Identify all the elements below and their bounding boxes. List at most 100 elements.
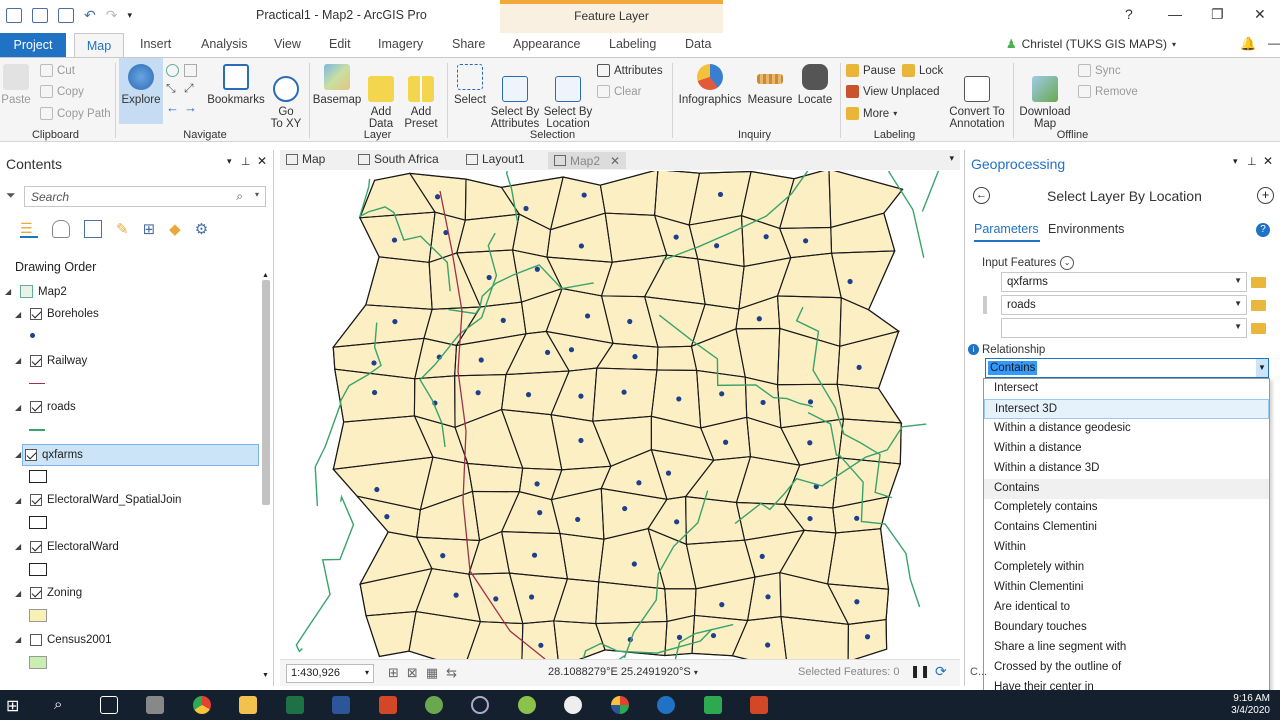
relationship-option[interactable]: Within a distance 3D	[984, 459, 1269, 479]
sync-button[interactable]: Sync	[1078, 64, 1121, 77]
scale-combo[interactable]: 1:430,926 ▾	[286, 664, 374, 683]
add-preset-button[interactable]: Add Preset	[401, 64, 441, 130]
borehole-point[interactable]	[673, 234, 679, 240]
tab-share[interactable]: Share	[452, 37, 485, 51]
arcgis-pro-icon[interactable]	[657, 696, 675, 714]
excel-icon[interactable]	[286, 696, 304, 714]
layer-railway[interactable]: ◢ Railway	[15, 354, 87, 367]
locate-button[interactable]: Locate	[795, 64, 835, 106]
chrome-icon[interactable]	[193, 696, 211, 714]
borehole-point[interactable]	[676, 634, 683, 640]
browse-folder-icon[interactable]	[1251, 277, 1266, 288]
collapse-triangle-icon[interactable]: ◢	[15, 589, 25, 598]
borehole-point[interactable]	[807, 399, 814, 405]
tab-project[interactable]: Project	[0, 33, 66, 57]
infographics-button[interactable]: Infographics	[676, 64, 744, 106]
borehole-point[interactable]	[537, 510, 543, 516]
browse-folder-icon[interactable]	[1251, 323, 1266, 334]
chevron-down-icon[interactable]: ▼	[1256, 359, 1268, 377]
tab-map-view[interactable]: Map	[286, 152, 325, 166]
tab-appearance[interactable]: Appearance	[513, 37, 580, 51]
select-button[interactable]: Select	[450, 64, 490, 106]
chevron-down-icon[interactable]: ▾	[694, 668, 698, 677]
convert-to-annotation-button[interactable]: Convert To Annotation	[946, 64, 1008, 130]
list-by-selection-icon[interactable]	[84, 220, 102, 238]
close-tab-icon[interactable]: ✕	[610, 154, 620, 168]
relationship-option[interactable]: Intersect 3D	[984, 398, 1269, 419]
scroll-up-icon[interactable]: ▲	[262, 272, 269, 279]
qgis-icon[interactable]	[518, 696, 536, 714]
clear-selection-button[interactable]: Clear	[597, 85, 641, 98]
forward-arrow-icon[interactable]: →	[184, 100, 198, 115]
copy-path-button[interactable]: Copy Path	[40, 107, 111, 120]
new-project-icon[interactable]	[6, 8, 22, 23]
collapse-triangle-icon[interactable]: ◢	[15, 310, 25, 319]
add-data-button[interactable]: Add Data	[363, 64, 399, 130]
table-icon[interactable]: ▦	[426, 665, 438, 681]
tab-south-africa[interactable]: South Africa	[358, 152, 439, 166]
layer-visibility-checkbox[interactable]	[30, 587, 42, 599]
filter-icon[interactable]: ⏷	[6, 188, 16, 203]
powerpoint-icon[interactable]	[379, 696, 397, 714]
pane-menu-icon[interactable]: ▾	[227, 156, 232, 167]
borehole-point[interactable]	[434, 194, 441, 200]
layer-symbol-line-red[interactable]	[29, 382, 45, 384]
zoom-out-arrows-icon[interactable]: ⤢	[184, 81, 198, 96]
back-arrow-icon[interactable]: ←	[166, 100, 180, 115]
windows-start-icon[interactable]: ⊞	[6, 696, 24, 715]
pause-labeling-button[interactable]: Pause	[846, 64, 896, 77]
basemap-button[interactable]: Basemap	[312, 64, 362, 106]
layer-symbol-poly-green[interactable]	[29, 655, 47, 669]
pin-icon[interactable]: ⊥	[241, 155, 251, 168]
layer-symbol-poly-yellow[interactable]	[29, 609, 47, 622]
copy-button[interactable]: Copy	[40, 85, 84, 98]
collapse-triangle-icon[interactable]: ◢	[15, 450, 25, 459]
borehole-point[interactable]	[723, 439, 729, 445]
borehole-point[interactable]	[371, 360, 377, 366]
borehole-point[interactable]	[676, 396, 682, 402]
collapse-triangle-icon[interactable]: ◢	[15, 403, 25, 412]
tab-layout1[interactable]: Layout1	[466, 152, 525, 166]
borehole-point[interactable]	[475, 390, 481, 396]
collapse-triangle-icon[interactable]: ◢	[15, 356, 25, 365]
borehole-point[interactable]	[523, 205, 529, 212]
layer-visibility-checkbox[interactable]	[25, 448, 37, 461]
relationship-option[interactable]: Within	[984, 538, 1269, 558]
map-node[interactable]: ◢ Map2	[5, 285, 67, 298]
save-icon[interactable]	[58, 8, 74, 23]
explore-button[interactable]: Explore	[119, 58, 163, 124]
input-features-combo-1[interactable]: qxfarms ▼	[1001, 272, 1247, 292]
relationship-option[interactable]: Within a distance geodesic	[984, 419, 1269, 439]
list-by-source-icon[interactable]	[52, 220, 70, 238]
help-icon[interactable]: ?	[1256, 223, 1270, 237]
road-line[interactable]	[921, 171, 960, 212]
layer-symbol-point[interactable]	[30, 333, 35, 338]
refresh-direction-icon[interactable]: ⇆	[446, 665, 457, 681]
list-by-labeling-icon[interactable]: ◆	[169, 220, 181, 238]
borehole-point[interactable]	[759, 553, 765, 560]
tab-view[interactable]: View	[274, 37, 301, 51]
list-by-snapping-icon[interactable]: ⊞	[143, 220, 156, 238]
fit-extent-icon[interactable]: ⊠	[407, 665, 418, 681]
borehole-point[interactable]	[478, 357, 484, 363]
relationship-option[interactable]: Crossed by the outline of	[984, 658, 1269, 678]
borehole-point[interactable]	[525, 392, 532, 398]
calculator-icon[interactable]	[146, 696, 164, 714]
earth-icon[interactable]	[471, 696, 489, 714]
borehole-point[interactable]	[391, 237, 398, 243]
layer-boreholes[interactable]: ◢ Boreholes	[15, 308, 99, 320]
expand-chevron-icon[interactable]: ⌄	[1060, 256, 1075, 270]
collapse-triangle-icon[interactable]: ◢	[15, 635, 25, 644]
list-by-editing-icon[interactable]: ✎	[116, 220, 129, 238]
borehole-point[interactable]	[581, 192, 587, 198]
taskbar-clock[interactable]: 9:16 AM 3/4/2020	[1231, 693, 1270, 717]
back-arrow-icon[interactable]: ←	[973, 187, 990, 204]
pane-menu-icon[interactable]: ▾	[1233, 156, 1238, 167]
input-features-combo-2[interactable]: roads ▼	[1001, 295, 1247, 315]
navigate-tools[interactable]: ⤡ ⤢ ← →	[166, 64, 202, 115]
borehole-point[interactable]	[392, 318, 398, 325]
fixed-zoom-icon[interactable]	[184, 64, 197, 77]
notification-bell-icon[interactable]: 🔔	[1240, 36, 1256, 52]
tab-data[interactable]: Data	[685, 37, 711, 51]
undo-icon[interactable]: ↶	[84, 7, 96, 24]
